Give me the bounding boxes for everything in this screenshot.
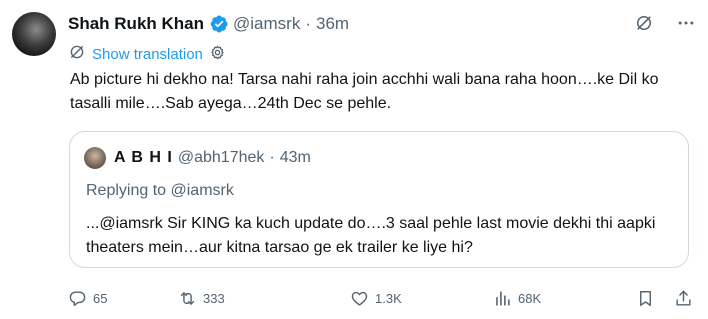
quoted-tweet-text: ...@iamsrk Sir KING ka kuch update do….3… (86, 215, 656, 256)
translate-icon (68, 43, 86, 66)
bookmark-icon (640, 290, 651, 306)
tweet-text: Ab picture hi dekho na! Tarsa nahi raha … (70, 71, 659, 112)
show-translation[interactable]: Show translation (68, 43, 226, 66)
heart-icon (351, 291, 368, 306)
replying-to-handle[interactable]: @iamsrk (171, 182, 234, 199)
more-options-icon[interactable] (676, 13, 696, 33)
repost-icon (180, 291, 195, 305)
author-avatar[interactable] (12, 12, 56, 56)
quoted-author-name[interactable]: A B H I (114, 149, 173, 167)
like-count: 1.3K (375, 290, 402, 306)
share-button[interactable] (674, 289, 693, 308)
tweet-header: Shah Rukh Khan @iamsrk · 36m (68, 12, 349, 36)
quoted-header-separator: · (269, 149, 275, 166)
grok-icon[interactable] (634, 13, 654, 33)
verified-badge-icon (209, 14, 229, 34)
share-icon (676, 290, 691, 306)
reply-icon (69, 290, 86, 306)
repost-count: 333 (203, 290, 225, 306)
show-translation-link[interactable]: Show translation (92, 46, 203, 63)
replying-to-prefix: Replying to (86, 182, 171, 199)
reply-button[interactable]: 65 (68, 289, 107, 308)
quoted-timestamp[interactable]: 43m (280, 149, 311, 167)
views-button[interactable]: 68K (493, 289, 541, 308)
tweet-actions: 65 333 1.3K 68K (68, 287, 693, 309)
reply-count: 65 (93, 290, 108, 306)
repost-button[interactable]: 333 (178, 289, 225, 308)
quoted-tweet-header: A B H I @abh17hek · 43m (114, 147, 311, 169)
tweet-top-actions (634, 13, 696, 33)
like-button[interactable]: 1.3K (350, 289, 402, 308)
header-separator: · (305, 14, 311, 33)
views-count: 68K (518, 290, 542, 306)
settings-gear-icon[interactable] (209, 44, 226, 66)
replying-to: Replying to @iamsrk (86, 182, 234, 200)
author-name[interactable]: Shah Rukh Khan (68, 14, 204, 34)
tweet-timestamp[interactable]: 36m (316, 14, 349, 34)
quoted-author-handle[interactable]: @abh17hek (178, 149, 265, 167)
quoted-tweet[interactable]: A B H I @abh17hek · 43m Replying to @iam… (69, 131, 689, 268)
bookmark-button[interactable] (636, 289, 655, 308)
quoted-author-avatar[interactable] (84, 147, 106, 169)
author-handle[interactable]: @iamsrk (233, 14, 300, 34)
views-chart-icon (496, 290, 510, 306)
